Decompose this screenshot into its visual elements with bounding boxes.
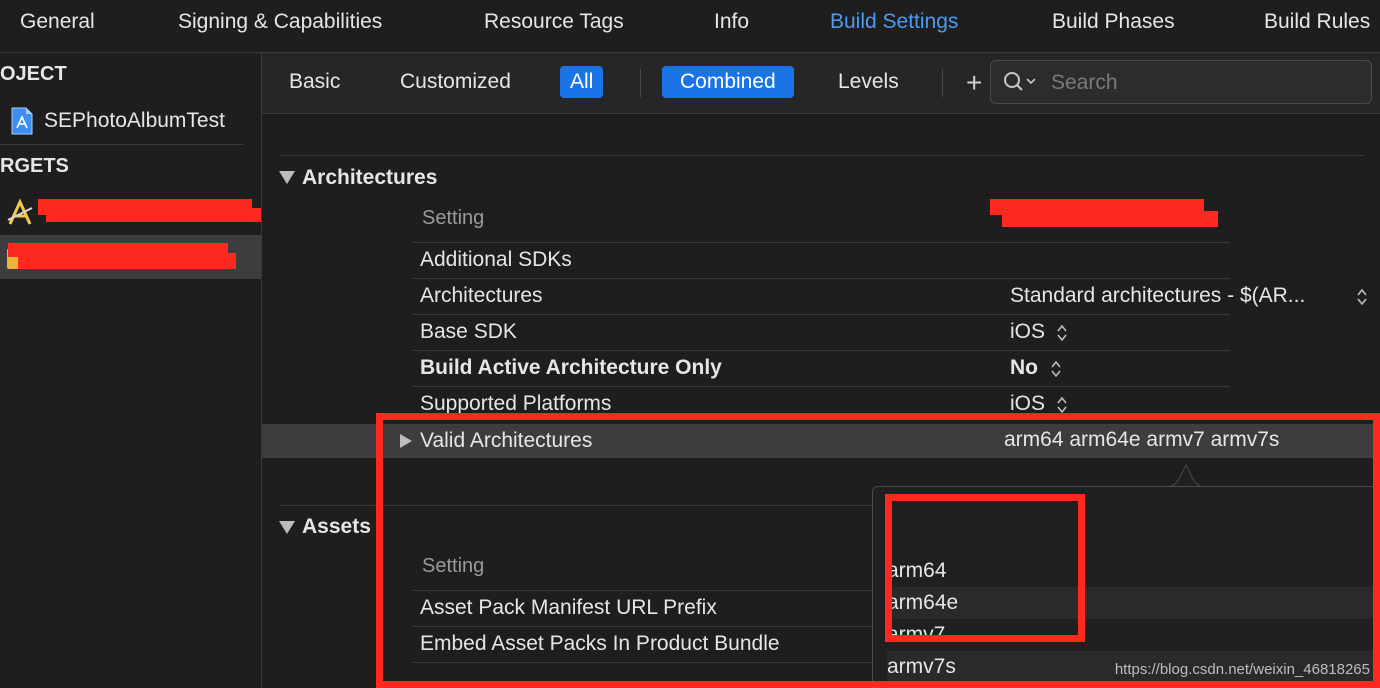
tab-info[interactable]: Info	[714, 10, 749, 34]
assets-group-disclosure[interactable]	[278, 519, 296, 540]
popup-stepper-icon[interactable]	[1056, 395, 1068, 415]
search-input[interactable]	[1049, 67, 1363, 99]
app-target-icon	[7, 198, 33, 225]
setting-name: Additional SDKs	[420, 248, 572, 271]
popup-stepper-icon[interactable]	[1356, 287, 1368, 307]
filter-all-button[interactable]: All	[560, 66, 604, 98]
sidebar-divider	[0, 144, 244, 145]
watermark: https://blog.csdn.net/weixin_46818265	[1114, 661, 1370, 678]
project-navigator-sidebar: OJECT SEPhotoAlbumTest RGETS	[0, 53, 262, 688]
setting-row-base-sdk[interactable]: Base SDK iOS	[412, 314, 1230, 351]
setting-value: iOS	[1010, 320, 1046, 343]
filter-levels-button[interactable]: Levels	[828, 66, 909, 98]
disclosure-triangle-down-icon	[279, 171, 295, 184]
sidebar-item-target-test[interactable]	[0, 235, 261, 279]
filter-separator	[942, 69, 943, 97]
popup-stepper-icon[interactable]	[1050, 359, 1062, 379]
popup-stepper-icon[interactable]	[1056, 323, 1068, 343]
tab-general[interactable]: General	[20, 10, 95, 34]
project-file-icon	[11, 107, 33, 135]
setting-row-build-active-arch-only[interactable]: Build Active Architecture Only No	[412, 350, 1230, 387]
redaction-mark	[18, 253, 236, 269]
sidebar-item-project-label: SEPhotoAlbumTest	[44, 109, 225, 132]
tab-build-phases[interactable]: Build Phases	[1052, 10, 1175, 34]
tab-signing-capabilities[interactable]: Signing & Capabilities	[178, 10, 382, 34]
assets-group-title: Assets	[302, 515, 371, 538]
filter-combined-button[interactable]: Combined	[662, 66, 794, 98]
tab-build-rules[interactable]: Build Rules	[1264, 10, 1370, 34]
disclosure-triangle-down-icon	[279, 521, 295, 534]
setting-name: Base SDK	[420, 320, 517, 343]
setting-name: Architectures	[420, 284, 543, 307]
editor-tab-bar: General Signing & Capabilities Resource …	[0, 0, 1380, 53]
filter-separator	[640, 69, 641, 97]
setting-value: Standard architectures - $(AR...	[1010, 284, 1306, 307]
architectures-group-disclosure[interactable]	[278, 169, 296, 190]
highlight-annotation-outer	[376, 413, 1380, 688]
setting-row-additional-sdks[interactable]: Additional SDKs	[412, 242, 1230, 279]
search-field[interactable]	[990, 60, 1372, 104]
setting-name: Build Active Architecture Only	[420, 356, 722, 379]
tab-resource-tags[interactable]: Resource Tags	[484, 10, 624, 34]
add-setting-button[interactable]: +	[966, 67, 982, 99]
project-section-header: OJECT	[0, 63, 67, 85]
tab-build-settings[interactable]: Build Settings	[830, 10, 958, 34]
setting-value: No	[1010, 356, 1038, 379]
search-icon	[1004, 72, 1036, 91]
architectures-group-title: Architectures	[302, 166, 438, 189]
sidebar-item-project[interactable]: SEPhotoAlbumTest	[0, 99, 261, 143]
targets-section-header: RGETS	[0, 155, 69, 177]
sidebar-item-target-app[interactable]	[0, 190, 261, 234]
filter-customized-button[interactable]: Customized	[390, 66, 521, 98]
redaction-mark	[46, 208, 261, 222]
group-divider	[280, 155, 1364, 156]
build-settings-filter-bar: Basic Customized All Combined Levels +	[262, 53, 1380, 114]
highlight-annotation-inner	[885, 494, 1085, 642]
filter-basic-button[interactable]: Basic	[279, 66, 350, 98]
setting-column-header: Setting	[422, 207, 485, 229]
setting-row-architectures[interactable]: Architectures Standard architectures - $…	[412, 278, 1367, 315]
redaction-mark	[1002, 211, 1218, 227]
